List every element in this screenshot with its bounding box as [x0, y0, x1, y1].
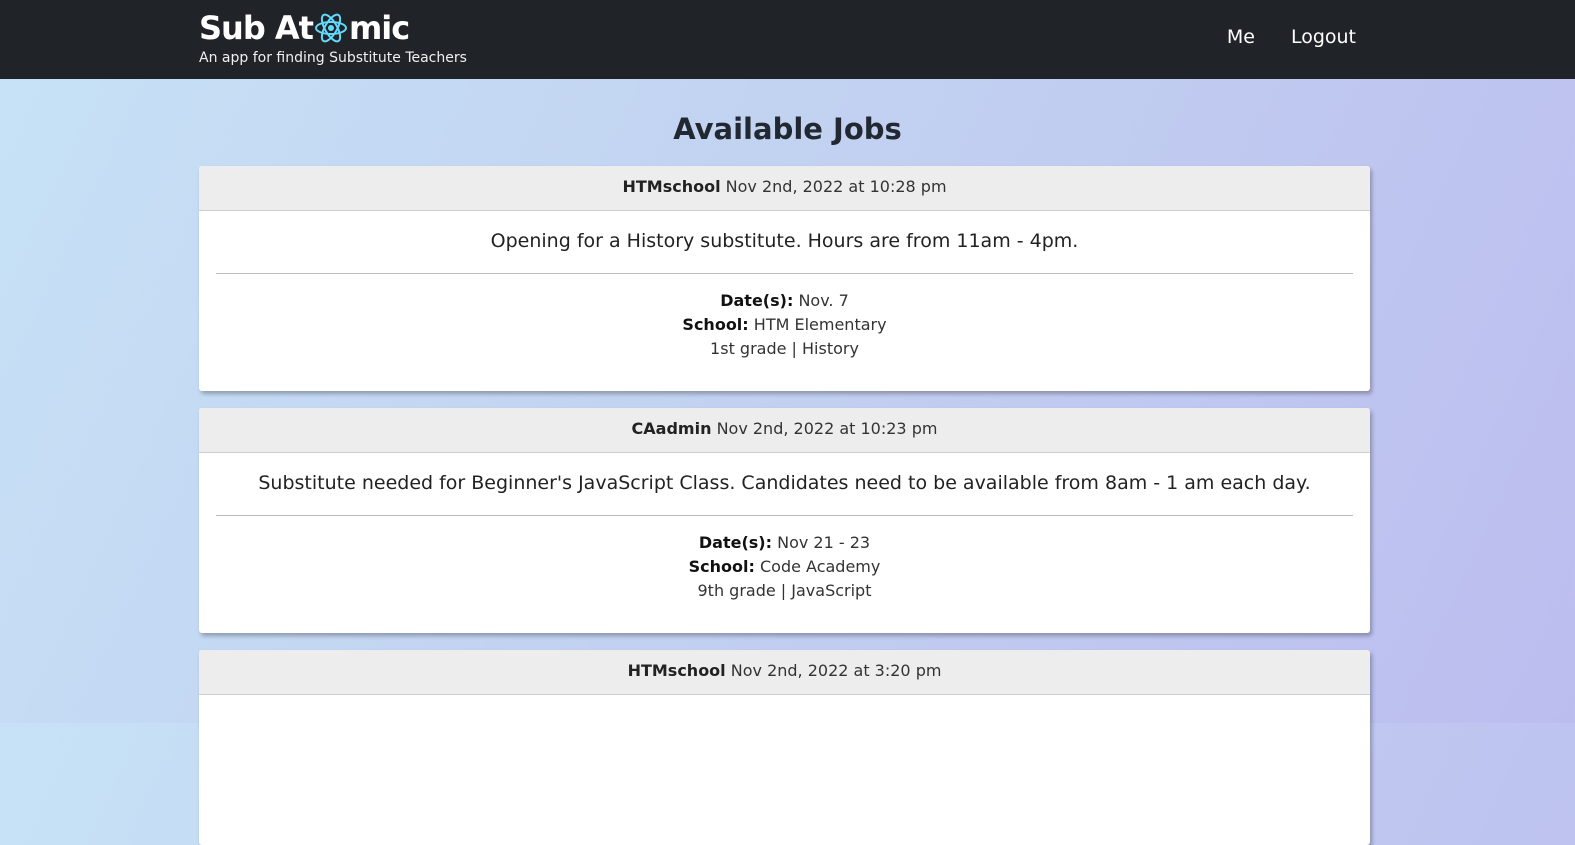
- job-posted-time: Nov 2nd, 2022 at 3:20 pm: [730, 661, 942, 680]
- job-list: HTMschool Nov 2nd, 2022 at 10:28 pm Open…: [199, 166, 1370, 845]
- nav-link-logout[interactable]: Logout: [1291, 26, 1356, 48]
- brand-subtitle: An app for finding Substitute Teachers: [199, 50, 467, 66]
- job-school-row: School: Code Academy: [216, 555, 1353, 579]
- navbar: Sub At mic An app for finding Substitute…: [0, 0, 1575, 79]
- brand-title-part1: Sub At: [199, 9, 314, 47]
- page-title: Available Jobs: [673, 112, 902, 146]
- job-card: HTMschool Nov 2nd, 2022 at 3:20 pm: [199, 650, 1370, 845]
- job-school-row: School: HTM Elementary: [216, 313, 1353, 337]
- dates-label: Date(s):: [698, 533, 773, 552]
- job-author[interactable]: HTMschool: [622, 177, 720, 196]
- job-school: HTM Elementary: [753, 315, 887, 334]
- job-body: Substitute needed for Beginner's JavaScr…: [199, 453, 1370, 633]
- job-author[interactable]: HTMschool: [628, 661, 726, 680]
- job-dates: Nov. 7: [798, 291, 849, 310]
- job-card: HTMschool Nov 2nd, 2022 at 10:28 pm Open…: [199, 166, 1370, 391]
- atom-logo-icon: [314, 13, 347, 43]
- job-header: CAadmin Nov 2nd, 2022 at 10:23 pm: [199, 408, 1370, 453]
- job-dates-row: Date(s): Nov 21 - 23: [216, 531, 1353, 555]
- nav-links: Me Logout: [1227, 26, 1356, 48]
- job-card: CAadmin Nov 2nd, 2022 at 10:23 pm Substi…: [199, 408, 1370, 633]
- job-body: [199, 695, 1370, 845]
- job-dates: Nov 21 - 23: [777, 533, 871, 552]
- job-school: Code Academy: [759, 557, 881, 576]
- job-description: Substitute needed for Beginner's JavaScr…: [216, 453, 1353, 516]
- job-grade-subject: 9th grade | JavaScript: [697, 581, 872, 600]
- nav-link-me[interactable]: Me: [1227, 26, 1255, 48]
- job-header: HTMschool Nov 2nd, 2022 at 10:28 pm: [199, 166, 1370, 211]
- job-grade-subject: 1st grade | History: [710, 339, 859, 358]
- brand[interactable]: Sub At mic An app for finding Substitute…: [199, 8, 467, 66]
- job-details: Date(s): Nov. 7 School: HTM Elementary 1…: [216, 274, 1353, 361]
- dates-label: Date(s):: [720, 291, 794, 310]
- school-label: School:: [688, 557, 755, 576]
- job-body: Opening for a History substitute. Hours …: [199, 211, 1370, 391]
- job-dates-row: Date(s): Nov. 7: [216, 289, 1353, 313]
- job-posted-time: Nov 2nd, 2022 at 10:23 pm: [716, 419, 938, 438]
- brand-title[interactable]: Sub At mic: [199, 8, 467, 48]
- job-details: Date(s): Nov 21 - 23 School: Code Academ…: [216, 516, 1353, 603]
- main-content: Available Jobs HTMschool Nov 2nd, 2022 a…: [0, 111, 1575, 845]
- job-description: Opening for a History substitute. Hours …: [216, 211, 1353, 274]
- brand-title-part2: mic: [348, 9, 410, 47]
- job-posted-time: Nov 2nd, 2022 at 10:28 pm: [725, 177, 947, 196]
- school-label: School:: [682, 315, 749, 334]
- job-author[interactable]: CAadmin: [632, 419, 712, 438]
- job-header: HTMschool Nov 2nd, 2022 at 3:20 pm: [199, 650, 1370, 695]
